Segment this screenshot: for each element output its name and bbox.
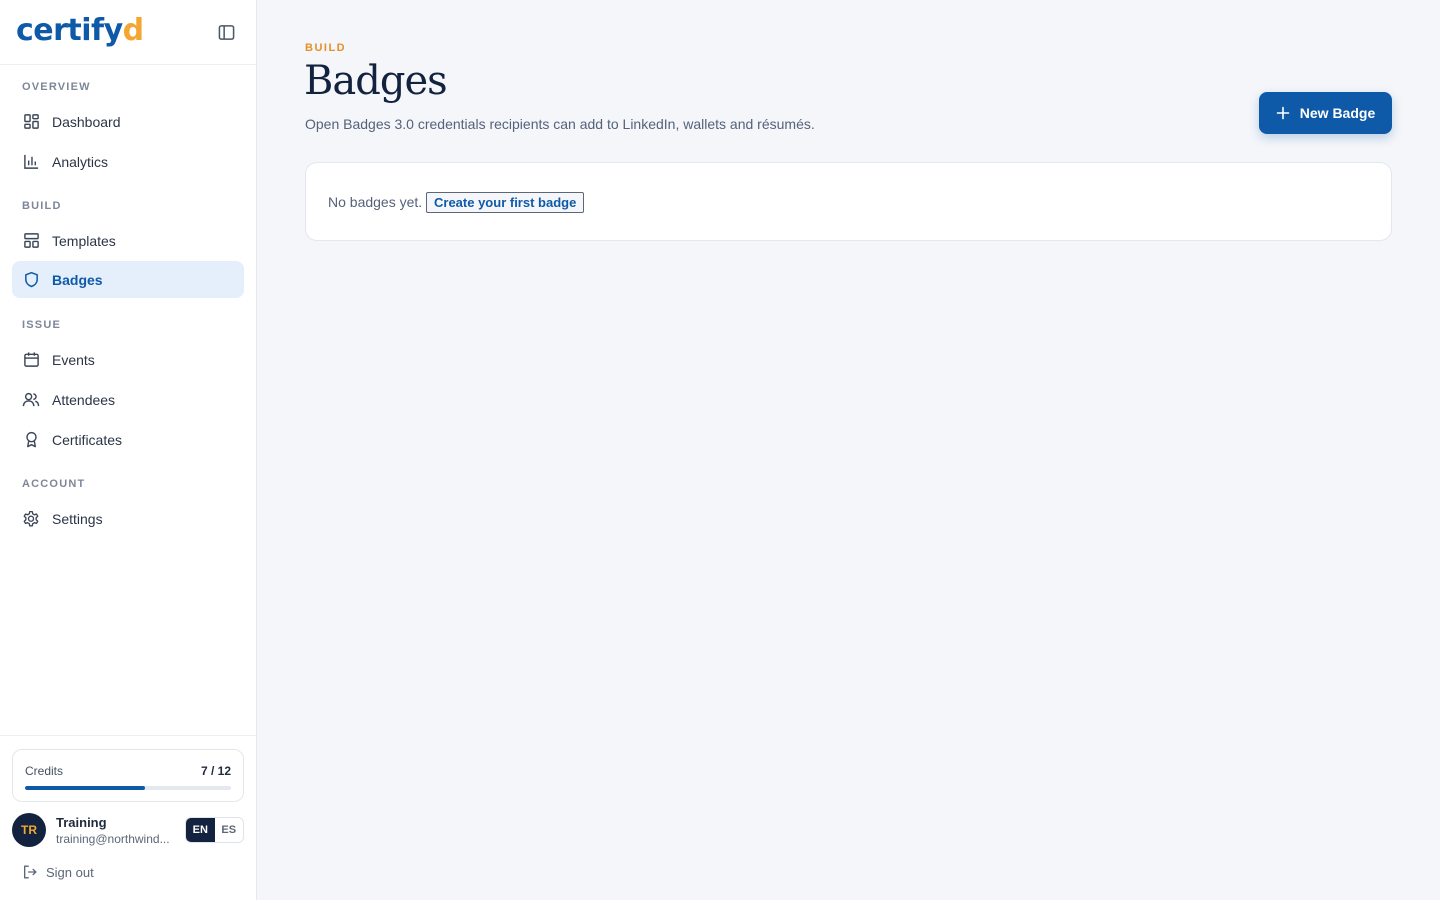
page-eyebrow: BUILD (305, 42, 347, 54)
logo[interactable]: certifyd (16, 12, 144, 50)
credits-progress-bar (25, 786, 231, 790)
sidebar-item-templates[interactable]: Templates (12, 222, 244, 259)
create-first-badge-link[interactable]: Create your first badge (426, 192, 585, 213)
sidebar-footer: Credits 7 / 12 TR Training training@nort… (0, 735, 256, 900)
sidebar-item-attendees[interactable]: Attendees (12, 381, 244, 418)
credits-label: Credits (25, 764, 64, 778)
language-toggle: EN ES (185, 817, 244, 843)
page-title: Badges (304, 58, 448, 104)
logo-text: certify (16, 13, 123, 48)
sidebar-item-certificates[interactable]: Certificates (12, 421, 244, 458)
plus-icon (1276, 106, 1290, 120)
sidebar-item-badges[interactable]: Badges (12, 261, 244, 298)
new-badge-button[interactable]: New Badge (1259, 92, 1392, 134)
bar-chart-icon (21, 152, 41, 172)
empty-state-text: No badges yet. (328, 194, 423, 210)
sidebar-item-label: Attendees (52, 391, 116, 408)
sidebar: certifyd OVERVIEW Dashboard Analytics BU… (0, 0, 257, 900)
grid-icon (21, 112, 41, 132)
section-label-overview: OVERVIEW (22, 81, 91, 93)
sidebar-item-label: Settings (52, 510, 103, 527)
user-profile[interactable]: TR Training training@northwind... EN ES (12, 813, 244, 849)
sidebar-toggle-icon (218, 24, 234, 40)
logo-accent: d (122, 13, 144, 48)
layout-icon (21, 231, 41, 251)
sign-out-button[interactable]: Sign out (22, 864, 94, 880)
gear-icon (21, 509, 41, 529)
shield-icon (21, 270, 41, 290)
log-out-icon (24, 865, 37, 879)
page-subtitle: Open Badges 3.0 credentials recipients c… (305, 116, 815, 132)
sidebar-item-label: Certificates (52, 431, 123, 448)
brand-header: certifyd (0, 0, 256, 65)
section-label-build: BUILD (22, 200, 62, 212)
language-option-es[interactable]: ES (215, 818, 244, 842)
sidebar-item-dashboard[interactable]: Dashboard (12, 103, 244, 140)
section-label-account: ACCOUNT (22, 478, 86, 490)
award-icon (21, 430, 41, 450)
user-email: training@northwind... (56, 832, 170, 846)
sidebar-item-analytics[interactable]: Analytics (12, 143, 244, 180)
credits-progress-fill (25, 786, 146, 790)
language-option-en[interactable]: EN (186, 818, 215, 842)
sidebar-item-settings[interactable]: Settings (12, 500, 244, 537)
sidebar-item-label: Templates (52, 232, 116, 249)
new-badge-label: New Badge (1299, 105, 1376, 121)
credits-count: 7 / 12 (200, 764, 231, 778)
avatar[interactable]: TR (12, 813, 46, 847)
users-icon (21, 390, 41, 410)
calendar-icon (21, 350, 41, 370)
sidebar-collapse-button[interactable] (216, 22, 236, 42)
credits-card: Credits 7 / 12 (12, 749, 244, 802)
sidebar-item-events[interactable]: Events (12, 341, 244, 378)
sign-out-label: Sign out (46, 864, 94, 880)
empty-state-card: No badges yet. Create your first badge (305, 162, 1392, 241)
user-name: Training (56, 815, 107, 830)
sidebar-item-label: Badges (52, 271, 103, 288)
sidebar-item-label: Analytics (52, 153, 109, 170)
main-content: BUILD Badges Open Badges 3.0 credentials… (257, 0, 1440, 900)
section-label-issue: ISSUE (22, 319, 62, 331)
sidebar-item-label: Dashboard (52, 113, 121, 130)
sidebar-item-label: Events (52, 351, 95, 368)
